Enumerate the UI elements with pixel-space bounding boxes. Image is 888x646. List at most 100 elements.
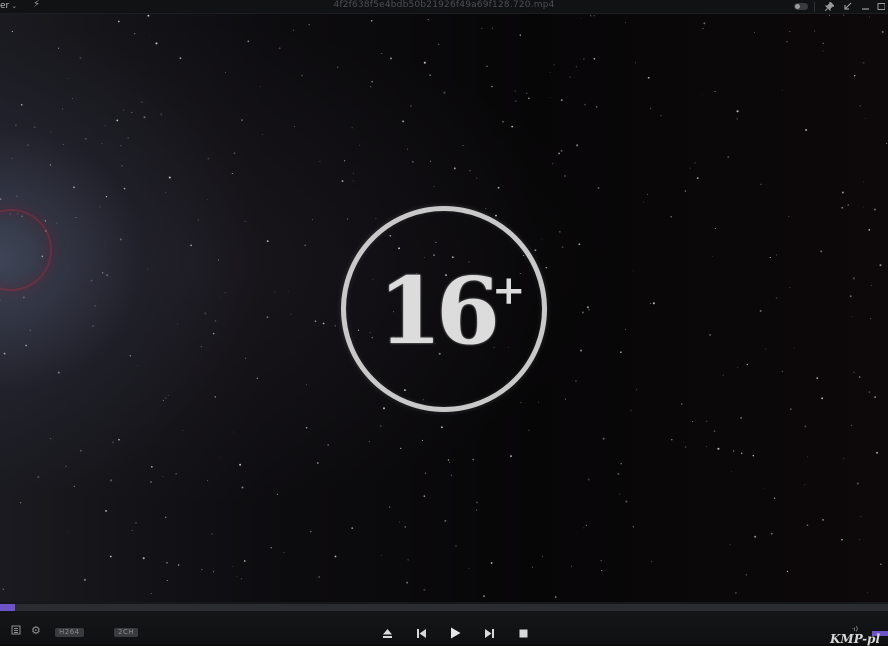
star bbox=[110, 479, 113, 482]
star bbox=[850, 425, 852, 426]
star bbox=[411, 160, 414, 163]
star bbox=[16, 195, 18, 198]
window-title: 4f2f638f5e4bdb50b21926f49a69f128.720.mp4 bbox=[333, 0, 555, 10]
star bbox=[858, 376, 861, 378]
star bbox=[79, 449, 82, 452]
toggle-switch[interactable] bbox=[794, 3, 808, 10]
star bbox=[197, 219, 199, 221]
star bbox=[620, 351, 622, 354]
star bbox=[75, 217, 77, 219]
star bbox=[696, 177, 699, 179]
star bbox=[514, 90, 516, 92]
star bbox=[788, 216, 790, 218]
star bbox=[789, 30, 791, 33]
seek-bar[interactable] bbox=[0, 604, 888, 611]
star bbox=[816, 377, 819, 380]
next-button[interactable] bbox=[472, 626, 506, 640]
star bbox=[775, 254, 777, 256]
star bbox=[94, 305, 96, 307]
star bbox=[142, 557, 145, 560]
star bbox=[204, 312, 207, 315]
star bbox=[541, 239, 543, 241]
star bbox=[559, 231, 561, 233]
star bbox=[241, 486, 244, 489]
stop-button[interactable] bbox=[506, 626, 540, 640]
eject-button[interactable] bbox=[370, 626, 404, 640]
star bbox=[636, 389, 638, 391]
play-button[interactable] bbox=[438, 626, 472, 640]
star bbox=[294, 126, 296, 127]
star bbox=[62, 108, 64, 110]
star bbox=[537, 401, 539, 403]
star bbox=[68, 531, 69, 533]
previous-button[interactable] bbox=[404, 626, 438, 640]
star bbox=[101, 272, 104, 274]
star bbox=[247, 40, 250, 43]
star bbox=[843, 458, 845, 460]
star bbox=[316, 462, 319, 464]
star bbox=[382, 407, 386, 410]
pin-icon[interactable] bbox=[820, 0, 838, 13]
star bbox=[511, 125, 514, 128]
star bbox=[347, 218, 349, 220]
star bbox=[820, 250, 823, 253]
star bbox=[722, 374, 725, 376]
star bbox=[565, 398, 567, 400]
star bbox=[789, 286, 791, 289]
star bbox=[352, 180, 354, 182]
video-frame[interactable]: 16 + bbox=[0, 14, 888, 602]
star bbox=[770, 532, 773, 535]
star bbox=[714, 227, 716, 229]
star bbox=[389, 57, 393, 60]
star bbox=[3, 352, 6, 355]
star bbox=[427, 19, 429, 20]
star bbox=[870, 317, 872, 320]
star bbox=[336, 66, 339, 68]
star bbox=[560, 99, 563, 102]
star bbox=[104, 125, 106, 127]
star bbox=[62, 143, 64, 145]
star bbox=[424, 472, 427, 474]
star bbox=[847, 204, 849, 206]
star bbox=[244, 220, 246, 222]
playlist-icon[interactable] bbox=[11, 625, 21, 638]
star bbox=[821, 397, 824, 400]
star bbox=[233, 431, 234, 433]
star bbox=[754, 31, 755, 33]
star bbox=[233, 152, 236, 155]
star bbox=[630, 409, 632, 411]
star bbox=[443, 91, 446, 94]
star bbox=[558, 152, 561, 155]
star bbox=[240, 578, 243, 580]
star bbox=[0, 198, 2, 200]
star bbox=[580, 18, 582, 19]
star bbox=[116, 119, 119, 122]
star bbox=[670, 215, 673, 218]
star bbox=[244, 357, 246, 359]
star bbox=[804, 484, 806, 486]
star bbox=[805, 128, 808, 132]
star bbox=[875, 451, 879, 454]
star bbox=[141, 101, 143, 103]
settings-gear-icon[interactable]: ⚙︎ bbox=[31, 624, 41, 637]
star bbox=[20, 103, 23, 106]
star bbox=[534, 249, 537, 252]
star bbox=[736, 118, 738, 120]
star bbox=[692, 421, 694, 422]
star bbox=[65, 465, 67, 468]
star bbox=[617, 472, 620, 475]
star bbox=[351, 527, 354, 529]
star bbox=[212, 571, 215, 573]
eject-icon bbox=[382, 628, 392, 638]
star bbox=[475, 501, 478, 504]
star bbox=[593, 15, 595, 17]
star bbox=[179, 57, 182, 60]
star bbox=[732, 450, 735, 452]
minimize-icon[interactable] bbox=[856, 0, 874, 13]
star bbox=[694, 162, 696, 164]
mini-mode-icon[interactable] bbox=[838, 0, 856, 13]
title-bar: er ⌄ ⚡︎ 4f2f638f5e4bdb50b21926f49a69f128.… bbox=[0, 0, 888, 14]
star bbox=[118, 438, 120, 441]
star bbox=[485, 207, 487, 209]
maximize-icon[interactable] bbox=[874, 0, 888, 13]
